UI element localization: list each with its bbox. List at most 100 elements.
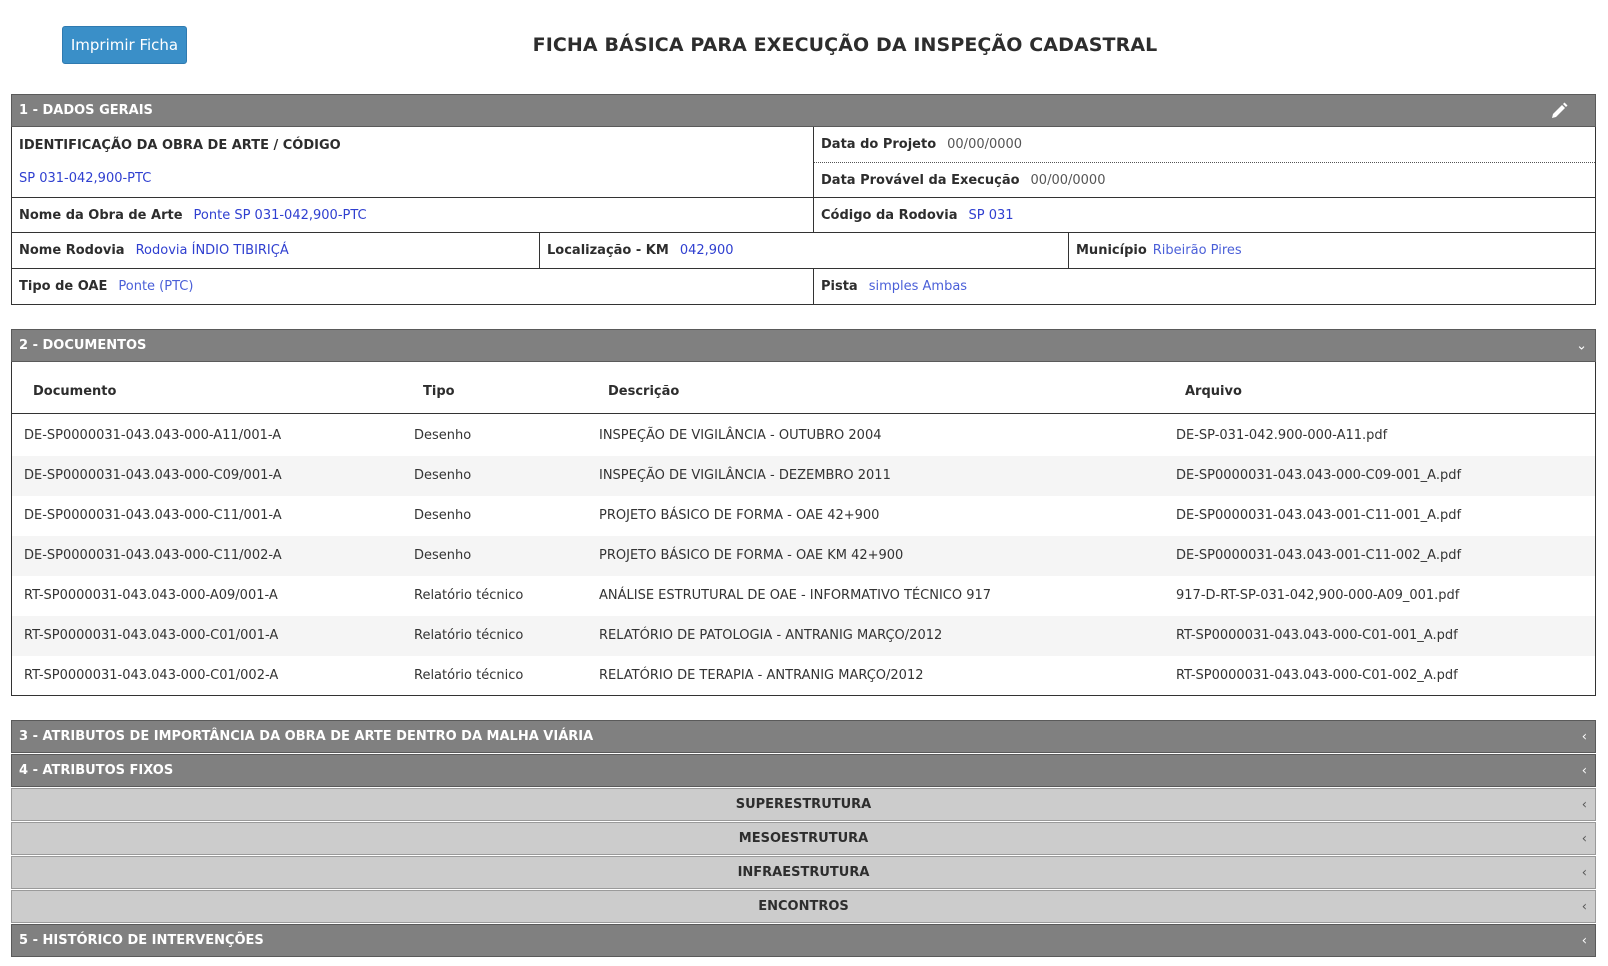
pista-value: simples Ambas	[868, 279, 968, 294]
codigo-rodovia-cell: Código da Rodovia SP 031	[814, 198, 1595, 233]
chevron-left-icon[interactable]: ‹	[1582, 933, 1587, 948]
table-row: RT-SP0000031-043.043-000-A09/001-A Relató…	[12, 576, 1595, 616]
page-title: FICHA BÁSICA PARA EXECUÇÃO DA INSPEÇÃO C…	[532, 34, 1158, 56]
arquivo-cell[interactable]: DE-SP0000031-043.043-001-C11-001_A.pdf	[1176, 508, 1461, 523]
tipo-cell: Relatório técnico	[414, 628, 524, 643]
data-execucao-value: 00/00/0000	[1030, 172, 1106, 188]
documentos-table: Documento Tipo Descrição Arquivo DE-SP00…	[11, 362, 1596, 696]
chevron-down-icon[interactable]: ⌄	[1576, 338, 1587, 353]
descricao-cell: PROJETO BÁSICO DE FORMA - OAE KM 42+900	[599, 548, 904, 563]
chevron-left-icon[interactable]: ‹	[1582, 831, 1587, 846]
arquivo-cell[interactable]: DE-SP0000031-043.043-000-C09-001_A.pdf	[1176, 468, 1461, 483]
documento-cell: DE-SP0000031-043.043-000-A11/001-A	[24, 428, 282, 443]
section-title: 4 - ATRIBUTOS FIXOS	[19, 763, 174, 778]
localizacao-label: Localização - KM	[547, 243, 669, 258]
tipo-cell: Relatório técnico	[414, 668, 524, 683]
dados-gerais-panel: IDENTIFICAÇÃO DA OBRA DE ARTE / CÓDIGO S…	[11, 127, 1596, 305]
tipo-cell: Desenho	[414, 468, 472, 483]
tipo-cell: Desenho	[414, 508, 472, 523]
codigo-rodovia-value: SP 031	[968, 207, 1014, 223]
localizacao-cell: Localização - KM 042,900	[540, 233, 1069, 269]
subsection-title: ENCONTROS	[758, 899, 849, 914]
data-projeto-value: 00/00/0000	[947, 137, 1023, 152]
arquivo-cell[interactable]: RT-SP0000031-043.043-000-C01-001_A.pdf	[1176, 628, 1458, 643]
column-header-tipo: Tipo	[423, 384, 455, 399]
documento-cell: RT-SP0000031-043.043-000-C01/002-A	[24, 668, 279, 683]
section-title: 2 - DOCUMENTOS	[19, 338, 147, 353]
codigo-rodovia-label: Código da Rodovia	[821, 207, 958, 223]
table-row: RT-SP0000031-043.043-000-C01/001-A Relató…	[12, 616, 1595, 656]
documento-cell: DE-SP0000031-043.043-000-C09/001-A	[24, 468, 282, 483]
tipo-oae-value: Ponte (PTC)	[118, 279, 194, 294]
chevron-left-icon[interactable]: ‹	[1582, 865, 1587, 880]
subsection-encontros[interactable]: ENCONTROS ‹	[11, 890, 1596, 923]
table-row: DE-SP0000031-043.043-000-A11/001-A Desenh…	[12, 416, 1595, 456]
nome-rodovia-label: Nome Rodovia	[19, 243, 125, 258]
data-execucao-cell: Data Provável da Execução 00/00/0000	[814, 163, 1595, 198]
nome-obra-cell: Nome da Obra de Arte Ponte SP 031-042,90…	[12, 198, 814, 233]
identificacao-value: SP 031-042,900-PTC	[19, 171, 152, 186]
tipo-oae-label: Tipo de OAE	[19, 279, 108, 294]
section-title: 5 - HISTÓRICO DE INTERVENÇÕES	[19, 933, 264, 948]
pencil-icon[interactable]	[1549, 101, 1569, 121]
column-header-descricao: Descrição	[608, 384, 680, 399]
section-atributos-importancia-header[interactable]: 3 - ATRIBUTOS DE IMPORTÂNCIA DA OBRA DE …	[11, 720, 1596, 753]
section-historico-intervencoes-header[interactable]: 5 - HISTÓRICO DE INTERVENÇÕES ‹	[11, 924, 1596, 957]
subsection-title: SUPERESTRUTURA	[735, 797, 872, 812]
subsection-title: MESOESTRUTURA	[738, 831, 869, 846]
chevron-left-icon[interactable]: ‹	[1582, 729, 1587, 744]
arquivo-cell[interactable]: 917-D-RT-SP-031-042,900-000-A09_001.pdf	[1176, 588, 1459, 603]
arquivo-cell[interactable]: RT-SP0000031-043.043-000-C01-002_A.pdf	[1176, 668, 1458, 683]
pista-label: Pista	[821, 279, 858, 294]
tipo-cell: Relatório técnico	[414, 588, 524, 603]
identificacao-cell: IDENTIFICAÇÃO DA OBRA DE ARTE / CÓDIGO S…	[12, 127, 814, 198]
subsection-infraestrutura[interactable]: INFRAESTRUTURA ‹	[11, 856, 1596, 889]
subsection-superestrutura[interactable]: SUPERESTRUTURA ‹	[11, 788, 1596, 821]
descricao-cell: INSPEÇÃO DE VIGILÂNCIA - DEZEMBRO 2011	[599, 468, 891, 483]
identificacao-label: IDENTIFICAÇÃO DA OBRA DE ARTE / CÓDIGO	[19, 138, 341, 153]
chevron-left-icon[interactable]: ‹	[1582, 797, 1587, 812]
chevron-left-icon[interactable]: ‹	[1582, 899, 1587, 914]
table-header: Documento Tipo Descrição Arquivo	[12, 362, 1595, 414]
table-row: DE-SP0000031-043.043-000-C11/002-A Desenh…	[12, 536, 1595, 576]
subsection-title: INFRAESTRUTURA	[737, 865, 870, 880]
section-documentos-header[interactable]: 2 - DOCUMENTOS ⌄	[11, 329, 1596, 362]
section-atributos-fixos-header[interactable]: 4 - ATRIBUTOS FIXOS ‹	[11, 754, 1596, 787]
column-header-arquivo: Arquivo	[1185, 384, 1242, 399]
table-row: DE-SP0000031-043.043-000-C09/001-A Desenh…	[12, 456, 1595, 496]
municipio-cell: Município Ribeirão Pires	[1069, 233, 1595, 269]
nome-obra-value: Ponte SP 031-042,900-PTC	[193, 207, 367, 223]
nome-obra-label: Nome da Obra de Arte	[19, 207, 183, 223]
column-header-documento: Documento	[33, 384, 117, 399]
table-row: DE-SP0000031-043.043-000-C11/001-A Desenh…	[12, 496, 1595, 536]
chevron-left-icon[interactable]: ‹	[1582, 763, 1587, 778]
municipio-label: Município	[1076, 243, 1147, 258]
descricao-cell: RELATÓRIO DE PATOLOGIA - ANTRANIG MARÇO/…	[599, 628, 943, 643]
print-sheet-button[interactable]: Imprimir Ficha	[62, 26, 187, 64]
descricao-cell: ANÁLISE ESTRUTURAL DE OAE - INFORMATIVO …	[599, 588, 992, 603]
documento-cell: DE-SP0000031-043.043-000-C11/001-A	[24, 508, 282, 523]
documento-cell: DE-SP0000031-043.043-000-C11/002-A	[24, 548, 282, 563]
nome-rodovia-value: Rodovia ÍNDIO TIBIRIÇÁ	[135, 243, 289, 258]
municipio-value: Ribeirão Pires	[1152, 243, 1242, 258]
section-dados-gerais-header[interactable]: 1 - DADOS GERAIS	[11, 94, 1596, 127]
section-title: 1 - DADOS GERAIS	[19, 103, 153, 118]
arquivo-cell[interactable]: DE-SP0000031-043.043-001-C11-002_A.pdf	[1176, 548, 1461, 563]
tipo-oae-cell: Tipo de OAE Ponte (PTC)	[12, 269, 814, 304]
descricao-cell: INSPEÇÃO DE VIGILÂNCIA - OUTUBRO 2004	[599, 428, 882, 443]
subsection-mesoestrutura[interactable]: MESOESTRUTURA ‹	[11, 822, 1596, 855]
pista-cell: Pista simples Ambas	[814, 269, 1595, 304]
table-row: RT-SP0000031-043.043-000-C01/002-A Relató…	[12, 656, 1595, 696]
localizacao-value: 042,900	[679, 243, 734, 258]
documento-cell: RT-SP0000031-043.043-000-C01/001-A	[24, 628, 279, 643]
descricao-cell: PROJETO BÁSICO DE FORMA - OAE 42+900	[599, 508, 880, 523]
tipo-cell: Desenho	[414, 548, 472, 563]
arquivo-cell[interactable]: DE-SP-031-042.900-000-A11.pdf	[1176, 428, 1387, 443]
nome-rodovia-cell: Nome Rodovia Rodovia ÍNDIO TIBIRIÇÁ	[12, 233, 540, 269]
data-projeto-label: Data do Projeto	[821, 137, 937, 152]
data-execucao-label: Data Provável da Execução	[821, 172, 1020, 188]
page: Imprimir Ficha FICHA BÁSICA PARA EXECUÇÃ…	[0, 0, 1608, 966]
descricao-cell: RELATÓRIO DE TERAPIA - ANTRANIG MARÇO/20…	[599, 668, 924, 683]
documento-cell: RT-SP0000031-043.043-000-A09/001-A	[24, 588, 278, 603]
section-title: 3 - ATRIBUTOS DE IMPORTÂNCIA DA OBRA DE …	[19, 729, 594, 744]
